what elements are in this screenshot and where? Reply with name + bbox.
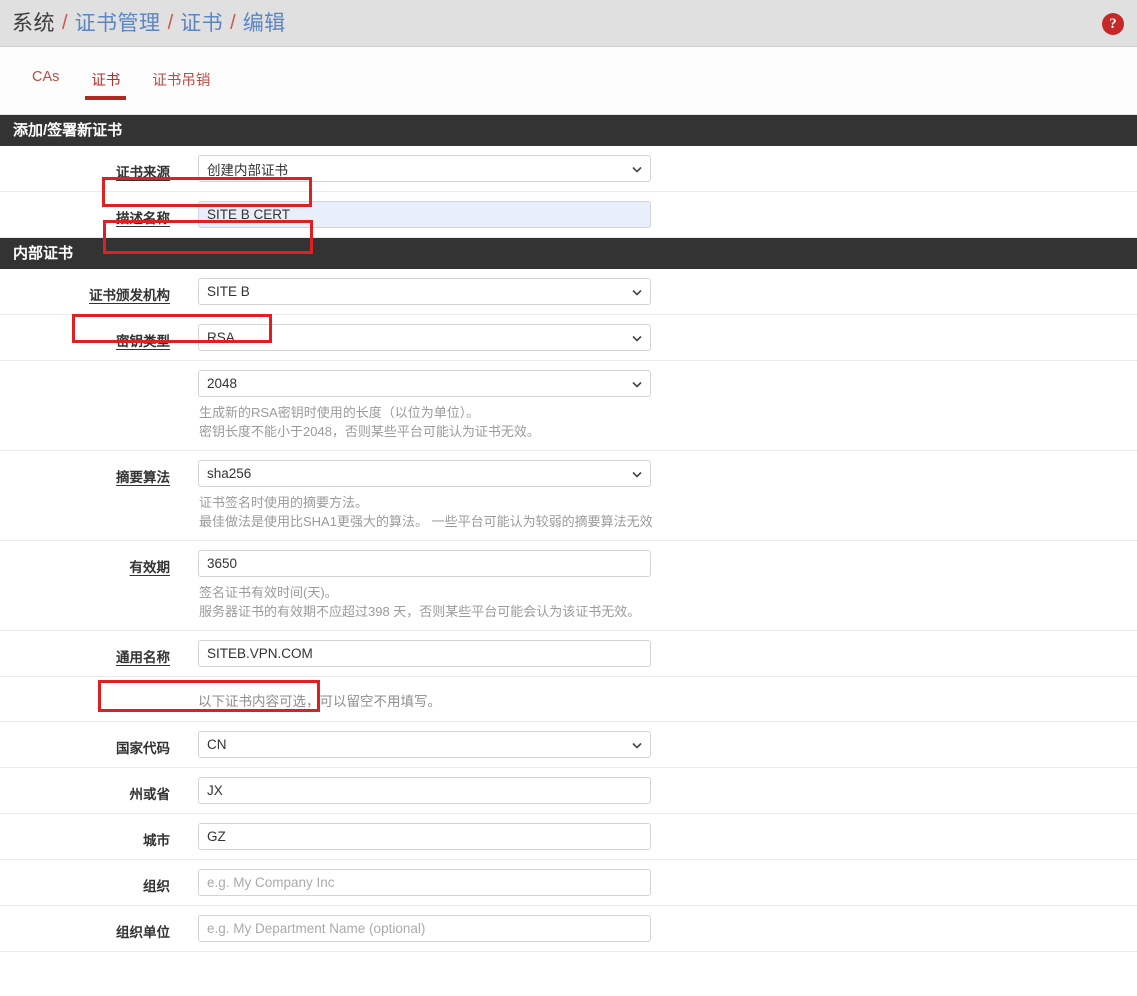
breadcrumb-separator: / bbox=[62, 12, 68, 35]
input-descriptive-name-value: SITE B CERT bbox=[207, 207, 290, 222]
input-common-name[interactable]: SITEB.VPN.COM bbox=[198, 640, 651, 667]
input-common-name-value: SITEB.VPN.COM bbox=[207, 646, 313, 661]
select-digest-algorithm[interactable]: sha256 bbox=[198, 460, 651, 487]
label-key-length bbox=[0, 370, 170, 376]
section-header-internal-cert: 内部证书 bbox=[0, 238, 1137, 269]
helptext-line: 证书签名时使用的摘要方法。 bbox=[199, 493, 1137, 512]
chevron-down-icon bbox=[632, 469, 641, 478]
label-cert-source: 证书来源 bbox=[0, 155, 170, 181]
helptext-digest-algorithm: 证书签名时使用的摘要方法。 最佳做法是使用比SHA1更强大的算法。 一些平台可能… bbox=[198, 493, 1137, 531]
helptext-key-length: 生成新的RSA密钥时使用的长度（以位为单位）。 密钥长度不能小于2048，否则某… bbox=[198, 403, 1137, 441]
select-key-type-value: RSA bbox=[207, 330, 235, 345]
form-row-key-length: 2048 生成新的RSA密钥时使用的长度（以位为单位）。 密钥长度不能小于204… bbox=[0, 361, 1137, 451]
optional-fields-note: 以下证书内容可选，可以留空不用填写。 bbox=[198, 686, 1137, 710]
form-row-key-type: 密钥类型 RSA bbox=[0, 315, 1137, 361]
input-city[interactable]: GZ bbox=[198, 823, 651, 850]
form-row-lifetime: 有效期 3650 签名证书有效时间(天)。 服务器证书的有效期不应超过398 天… bbox=[0, 541, 1137, 631]
breadcrumb-item-cert-manager[interactable]: 证书管理 bbox=[75, 13, 161, 34]
input-state-province[interactable]: JX bbox=[198, 777, 651, 804]
label-optional-note bbox=[0, 686, 170, 692]
input-state-province-value: JX bbox=[207, 783, 223, 798]
label-lifetime: 有效期 bbox=[0, 550, 170, 576]
help-icon[interactable]: ? bbox=[1102, 13, 1124, 35]
form-row-cert-source: 证书来源 创建内部证书 bbox=[0, 146, 1137, 192]
input-organization[interactable]: e.g. My Company Inc bbox=[198, 869, 651, 896]
section-header-add-sign-cert: 添加/签署新证书 bbox=[0, 115, 1137, 146]
input-city-value: GZ bbox=[207, 829, 226, 844]
select-cert-authority[interactable]: SITE B bbox=[198, 278, 651, 305]
label-city: 城市 bbox=[0, 823, 170, 849]
tab-certificates[interactable]: 证书 bbox=[75, 47, 136, 108]
label-organization: 组织 bbox=[0, 869, 170, 895]
input-lifetime[interactable]: 3650 bbox=[198, 550, 651, 577]
helptext-lifetime: 签名证书有效时间(天)。 服务器证书的有效期不应超过398 天，否则某些平台可能… bbox=[198, 583, 1137, 621]
select-country-code[interactable]: CN bbox=[198, 731, 651, 758]
tab-bar: CAs 证书 证书吊销 bbox=[0, 47, 1137, 115]
helptext-line: 服务器证书的有效期不应超过398 天，否则某些平台可能会认为该证书无效。 bbox=[199, 602, 1137, 621]
label-organizational-unit: 组织单位 bbox=[0, 915, 170, 941]
breadcrumb-separator: / bbox=[168, 12, 174, 35]
label-digest-algorithm: 摘要算法 bbox=[0, 460, 170, 486]
label-state-province: 州或省 bbox=[0, 777, 170, 803]
breadcrumb-separator: / bbox=[230, 12, 236, 35]
breadcrumb-item-edit[interactable]: 编辑 bbox=[243, 13, 286, 34]
select-cert-authority-value: SITE B bbox=[207, 284, 250, 299]
input-organization-placeholder: e.g. My Company Inc bbox=[207, 875, 335, 890]
select-key-type[interactable]: RSA bbox=[198, 324, 651, 351]
label-key-type: 密钥类型 bbox=[0, 324, 170, 350]
form-row-descriptive-name: 描述名称 SITE B CERT bbox=[0, 192, 1137, 238]
helptext-line: 最佳做法是使用比SHA1更强大的算法。 一些平台可能认为较弱的摘要算法无效 bbox=[199, 512, 1137, 531]
form-row-country-code: 国家代码 CN bbox=[0, 722, 1137, 768]
input-organizational-unit-placeholder: e.g. My Department Name (optional) bbox=[207, 921, 425, 936]
form-row-organizational-unit: 组织单位 e.g. My Department Name (optional) bbox=[0, 906, 1137, 952]
form-section-add-sign-cert: 证书来源 创建内部证书 描述名称 SITE B CERT bbox=[0, 146, 1137, 238]
form-row-city: 城市 GZ bbox=[0, 814, 1137, 860]
select-digest-algorithm-value: sha256 bbox=[207, 466, 251, 481]
label-cert-authority: 证书颁发机构 bbox=[0, 278, 170, 304]
select-country-code-value: CN bbox=[207, 737, 227, 752]
form-row-cert-authority: 证书颁发机构 SITE B bbox=[0, 269, 1137, 315]
tab-cert-revocation[interactable]: 证书吊销 bbox=[136, 47, 226, 108]
form-row-common-name: 通用名称 SITEB.VPN.COM bbox=[0, 631, 1137, 677]
form-row-organization: 组织 e.g. My Company Inc bbox=[0, 860, 1137, 906]
breadcrumb-bar: 系统 / 证书管理 / 证书 / 编辑 ? bbox=[0, 0, 1137, 47]
breadcrumb-item-certificates[interactable]: 证书 bbox=[180, 13, 223, 34]
input-descriptive-name[interactable]: SITE B CERT bbox=[198, 201, 651, 228]
select-cert-source[interactable]: 创建内部证书 bbox=[198, 155, 651, 182]
form-section-internal-cert: 证书颁发机构 SITE B 密钥类型 RSA 2048 bbox=[0, 269, 1137, 952]
input-organizational-unit[interactable]: e.g. My Department Name (optional) bbox=[198, 915, 651, 942]
chevron-down-icon bbox=[632, 164, 641, 173]
tab-cas[interactable]: CAs bbox=[16, 47, 75, 103]
input-lifetime-value: 3650 bbox=[207, 556, 237, 571]
chevron-down-icon bbox=[632, 379, 641, 388]
chevron-down-icon bbox=[632, 333, 641, 342]
label-country-code: 国家代码 bbox=[0, 731, 170, 757]
form-row-digest-algorithm: 摘要算法 sha256 证书签名时使用的摘要方法。 最佳做法是使用比SHA1更强… bbox=[0, 451, 1137, 541]
chevron-down-icon bbox=[632, 287, 641, 296]
form-row-state-province: 州或省 JX bbox=[0, 768, 1137, 814]
helptext-line: 签名证书有效时间(天)。 bbox=[199, 583, 1137, 602]
select-key-length[interactable]: 2048 bbox=[198, 370, 651, 397]
breadcrumb-item-system: 系统 bbox=[12, 13, 55, 34]
label-common-name: 通用名称 bbox=[0, 640, 170, 666]
select-key-length-value: 2048 bbox=[207, 376, 237, 391]
chevron-down-icon bbox=[632, 740, 641, 749]
helptext-line: 生成新的RSA密钥时使用的长度（以位为单位）。 bbox=[199, 403, 1137, 422]
label-descriptive-name: 描述名称 bbox=[0, 201, 170, 227]
helptext-line: 密钥长度不能小于2048，否则某些平台可能认为证书无效。 bbox=[199, 422, 1137, 441]
select-cert-source-value: 创建内部证书 bbox=[207, 159, 288, 179]
form-row-optional-note: 以下证书内容可选，可以留空不用填写。 bbox=[0, 677, 1137, 722]
